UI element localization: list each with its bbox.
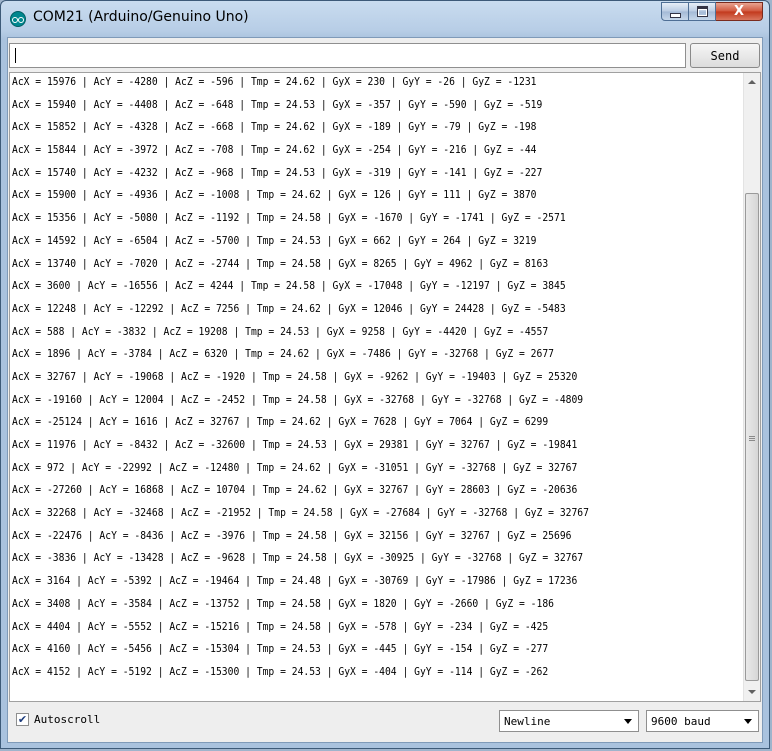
window-title: COM21 (Arduino/Genuino Uno) xyxy=(33,9,249,25)
serial-footer-bar: ✔ Autoscroll Newline 9600 baud xyxy=(8,706,762,740)
autoscroll-label: Autoscroll xyxy=(34,713,101,726)
chevron-down-icon xyxy=(624,719,632,724)
line-ending-select[interactable]: Newline xyxy=(499,710,639,732)
serial-output-line: AcX = 15940 | AcY = -4408 | AcZ = -648 |… xyxy=(12,97,543,111)
serial-output-line: AcX = 972 | AcY = -22992 | AcZ = -12480 … xyxy=(12,460,578,474)
serial-output-line: AcX = 15900 | AcY = -4936 | AcZ = -1008 … xyxy=(12,188,537,202)
serial-output-line: AcX = 12248 | AcY = -12292 | AcZ = 7256 … xyxy=(12,301,566,315)
serial-output-line: AcX = -27260 | AcY = 16868 | AcZ = 10704… xyxy=(12,483,578,497)
maximize-icon xyxy=(696,6,708,17)
serial-output-line: AcX = -25124 | AcY = 1616 | AcZ = 32767 … xyxy=(12,415,549,429)
send-button[interactable]: Send xyxy=(690,43,760,68)
baud-rate-select[interactable]: 9600 baud xyxy=(646,710,759,732)
serial-output-line: AcX = 15852 | AcY = -4328 | AcZ = -668 |… xyxy=(12,120,537,134)
serial-output-line: AcX = 3408 | AcY = -3584 | AcZ = -13752 … xyxy=(12,596,554,610)
scroll-up-arrow-icon[interactable] xyxy=(748,80,756,84)
serial-output-area[interactable]: AcX = 15976 | AcY = -4280 | AcZ = -596 |… xyxy=(9,72,761,702)
checkmark-icon: ✔ xyxy=(17,713,28,726)
serial-output-lines: AcX = 15976 | AcY = -4280 | AcZ = -596 |… xyxy=(12,73,740,684)
serial-output-line: AcX = 32767 | AcY = -19068 | AcZ = -1920… xyxy=(12,369,578,383)
serial-send-input[interactable] xyxy=(9,43,686,68)
serial-output-line: AcX = 3600 | AcY = -16556 | AcZ = 4244 |… xyxy=(12,279,566,293)
line-ending-value: Newline xyxy=(504,714,551,728)
close-button[interactable]: X xyxy=(716,2,763,21)
text-caret xyxy=(15,48,16,63)
serial-output-line: AcX = 15844 | AcY = -3972 | AcZ = -708 |… xyxy=(12,143,537,157)
arduino-logo-icon xyxy=(10,11,26,27)
autoscroll-toggle[interactable]: ✔ Autoscroll xyxy=(16,713,100,726)
title-bar[interactable]: COM21 (Arduino/Genuino Uno) X xyxy=(1,1,769,37)
minimize-icon xyxy=(669,12,681,18)
vertical-scrollbar[interactable] xyxy=(743,73,760,701)
serial-output-line: AcX = 15976 | AcY = -4280 | AcZ = -596 |… xyxy=(12,75,537,88)
serial-monitor-client: Send AcX = 15976 | AcY = -4280 | AcZ = -… xyxy=(7,37,763,743)
baud-rate-value: 9600 baud xyxy=(651,714,711,728)
serial-output-line: AcX = 4160 | AcY = -5456 | AcZ = -15304 … xyxy=(12,642,549,656)
serial-output-line: AcX = 11976 | AcY = -8432 | AcZ = -32600… xyxy=(12,438,578,451)
serial-output-line: AcX = 3164 | AcY = -5392 | AcZ = -19464 … xyxy=(12,574,578,588)
chevron-down-icon xyxy=(744,719,752,724)
serial-output-line: AcX = 32268 | AcY = -32468 | AcZ = -2195… xyxy=(12,506,589,520)
serial-output-line: AcX = -22476 | AcY = -8436 | AcZ = -3976… xyxy=(12,528,572,542)
maximize-button[interactable] xyxy=(689,2,716,21)
scrollbar-grip-icon xyxy=(749,436,755,437)
serial-output-line: AcX = 4404 | AcY = -5552 | AcZ = -15216 … xyxy=(12,619,549,633)
close-icon: X xyxy=(733,4,745,19)
scrollbar-thumb[interactable] xyxy=(745,193,759,681)
serial-monitor-window: COM21 (Arduino/Genuino Uno) X Send AcX =… xyxy=(0,0,770,749)
serial-output-line: AcX = -19160 | AcY = 12004 | AcZ = -2452… xyxy=(12,392,584,406)
serial-output-line: AcX = 13740 | AcY = -7020 | AcZ = -2744 … xyxy=(12,256,549,270)
serial-output-line: AcX = 4152 | AcY = -5192 | AcZ = -15300 … xyxy=(12,664,549,678)
minimize-button[interactable] xyxy=(661,2,689,21)
autoscroll-checkbox[interactable]: ✔ xyxy=(16,713,29,726)
window-controls: X xyxy=(661,2,763,22)
serial-output-line: AcX = -3836 | AcY = -13428 | AcZ = -9628… xyxy=(12,551,584,565)
serial-output-line: AcX = 14592 | AcY = -6504 | AcZ = -5700 … xyxy=(12,233,537,247)
scroll-down-arrow-icon[interactable] xyxy=(748,690,756,694)
serial-output-line: AcX = 588 | AcY = -3832 | AcZ = 19208 | … xyxy=(12,324,549,338)
serial-output-line: AcX = 1896 | AcY = -3784 | AcZ = 6320 | … xyxy=(12,347,554,361)
serial-output-line: AcX = 15356 | AcY = -5080 | AcZ = -1192 … xyxy=(12,211,566,225)
serial-output-line: AcX = 15740 | AcY = -4232 | AcZ = -968 |… xyxy=(12,165,543,179)
